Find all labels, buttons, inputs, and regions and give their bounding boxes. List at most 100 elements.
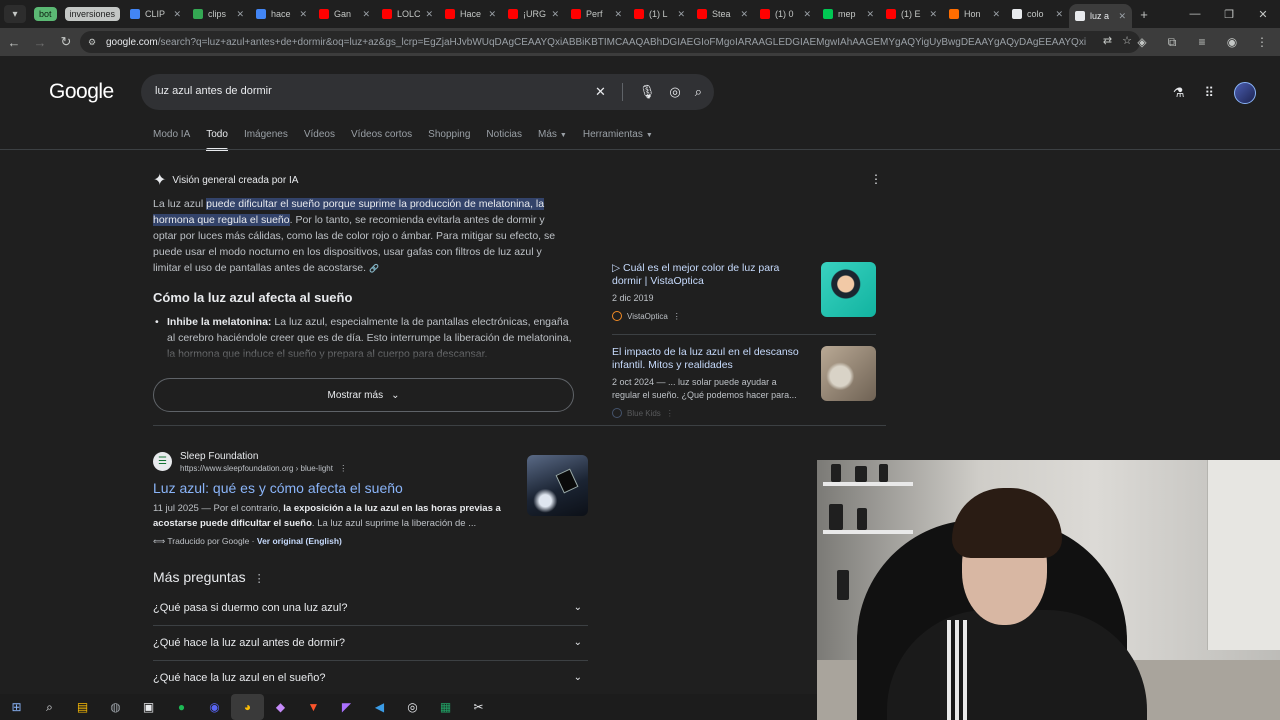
- browser-tab[interactable]: Hon ✕: [943, 0, 1006, 28]
- apps-grid-icon[interactable]: ⠿: [1204, 85, 1214, 101]
- browser-tab[interactable]: clips ✕: [187, 0, 250, 28]
- tab-close-icon[interactable]: ✕: [363, 9, 371, 20]
- tab-close-icon[interactable]: ✕: [930, 9, 938, 20]
- chrome-icon[interactable]: ◕: [231, 694, 264, 720]
- tab-close-icon[interactable]: ✕: [237, 9, 245, 20]
- tab-close-icon[interactable]: ✕: [615, 9, 623, 20]
- tab-close-icon[interactable]: ✕: [993, 9, 1001, 20]
- tab-close-icon[interactable]: ✕: [1119, 11, 1127, 22]
- close-window-icon[interactable]: ✕: [1246, 0, 1280, 28]
- reload-icon[interactable]: ↻: [54, 30, 78, 54]
- search-icon[interactable]: ⌕: [33, 694, 66, 720]
- browser-tab[interactable]: Gan ✕: [313, 0, 376, 28]
- result-title[interactable]: Luz azul: qué es y cómo afecta el sueño: [153, 480, 403, 496]
- tab-close-icon[interactable]: ✕: [678, 9, 686, 20]
- browser-tab[interactable]: mep ✕: [817, 0, 880, 28]
- tab-modo-ia[interactable]: Modo IA: [153, 129, 190, 151]
- chrome-menu-icon[interactable]: ⋮: [1252, 32, 1272, 52]
- question-item[interactable]: ¿Qué hace la luz azul en el sueño? ⌄: [153, 661, 588, 696]
- browser-tab[interactable]: LOLC ✕: [376, 0, 439, 28]
- browser-tab[interactable]: Perf ✕: [565, 0, 628, 28]
- browser-tab[interactable]: (1) E ✕: [880, 0, 943, 28]
- google-logo[interactable]: Google: [49, 80, 114, 104]
- search-icon[interactable]: ⌕: [695, 84, 702, 100]
- browser-tab[interactable]: CLIP ✕: [124, 0, 187, 28]
- browser-tab[interactable]: Stea ✕: [691, 0, 754, 28]
- site-info-icon[interactable]: ⚙: [88, 37, 100, 47]
- tab-videos-cortos[interactable]: Vídeos cortos: [351, 129, 412, 151]
- steam-icon[interactable]: ◍: [99, 694, 132, 720]
- tab-mas[interactable]: Más ▼: [538, 129, 567, 151]
- labs-flask-icon[interactable]: ⚗: [1173, 85, 1185, 101]
- result-thumbnail[interactable]: [527, 455, 588, 516]
- browser-tab[interactable]: (1) 0 ✕: [754, 0, 817, 28]
- tab-search-icon[interactable]: ▾: [4, 5, 26, 23]
- forward-icon[interactable]: →: [28, 30, 52, 54]
- search-box[interactable]: luz azul antes de dormir ✕ 🎙 ◎ ⌕: [141, 74, 714, 110]
- tab-herramientas[interactable]: Herramientas ▼: [583, 129, 653, 151]
- clear-icon[interactable]: ✕: [595, 84, 606, 100]
- browser-tab[interactable]: (1) L ✕: [628, 0, 691, 28]
- vscode-icon[interactable]: ◀: [363, 694, 396, 720]
- tab-close-icon[interactable]: ✕: [489, 9, 497, 20]
- more-options-icon[interactable]: ⋮: [339, 464, 347, 473]
- more-options-icon[interactable]: ⋮: [870, 172, 882, 186]
- show-more-button[interactable]: Mostrar más ⌄: [153, 378, 574, 412]
- source-card[interactable]: ▷ Cuál es el mejor color de luz para dor…: [612, 262, 876, 321]
- browser-tab[interactable]: ¡URG ✕: [502, 0, 565, 28]
- tab-group-bot[interactable]: bot: [34, 7, 57, 21]
- source-title[interactable]: ▷ Cuál es el mejor color de luz para dor…: [612, 262, 802, 288]
- epic-games-icon[interactable]: ▣: [132, 694, 165, 720]
- search-input[interactable]: luz azul antes de dormir: [155, 85, 272, 97]
- result-site-name[interactable]: Sleep Foundation: [180, 451, 258, 462]
- new-tab-icon[interactable]: +: [1132, 7, 1156, 22]
- lens-icon[interactable]: ◎: [669, 84, 680, 100]
- voice-search-icon[interactable]: 🎙: [639, 84, 656, 100]
- result-url[interactable]: https://www.sleepfoundation.org › blue-l…: [180, 464, 347, 473]
- translate-icon[interactable]: ⇄: [1103, 34, 1112, 47]
- visual-studio-icon[interactable]: ◤: [330, 694, 363, 720]
- spotify-icon[interactable]: ●: [165, 694, 198, 720]
- tab-imagenes[interactable]: Imágenes: [244, 129, 288, 151]
- tab-close-icon[interactable]: ✕: [741, 9, 749, 20]
- capcut-icon[interactable]: ✂: [462, 694, 495, 720]
- browser-tab[interactable]: luz a ✕: [1069, 4, 1133, 28]
- browser-tab[interactable]: hace ✕: [250, 0, 313, 28]
- account-avatar[interactable]: [1234, 82, 1256, 104]
- tab-close-icon[interactable]: ✕: [1056, 9, 1064, 20]
- tab-close-icon[interactable]: ✕: [300, 9, 308, 20]
- app-icon[interactable]: ◆: [264, 694, 297, 720]
- source-title[interactable]: El impacto de la luz azul en el descanso…: [612, 346, 802, 372]
- windows-start-icon[interactable]: ⊞: [0, 694, 33, 720]
- question-item[interactable]: ¿Qué hace la luz azul antes de dormir? ⌄: [153, 626, 588, 661]
- brave-icon[interactable]: ▼: [297, 694, 330, 720]
- maximize-icon[interactable]: ❐: [1212, 0, 1246, 28]
- extensions-puzzle-icon[interactable]: ⧉: [1162, 32, 1182, 52]
- question-item[interactable]: ¿Qué pasa si duermo con una luz azul? ⌄: [153, 591, 588, 626]
- minimize-icon[interactable]: —: [1178, 0, 1212, 28]
- address-bar[interactable]: ⚙ google.com/search?q=luz+azul+antes+de+…: [80, 31, 1140, 53]
- more-options-icon[interactable]: ⋮: [673, 312, 681, 321]
- reading-list-icon[interactable]: ≡: [1192, 32, 1212, 52]
- spreadsheet-icon[interactable]: ▦: [429, 694, 462, 720]
- extension-icon[interactable]: ◈: [1132, 32, 1152, 52]
- tab-shopping[interactable]: Shopping: [428, 129, 470, 151]
- tab-close-icon[interactable]: ✕: [867, 9, 875, 20]
- tab-todo[interactable]: Todo: [206, 129, 228, 151]
- tab-close-icon[interactable]: ✕: [174, 9, 182, 20]
- tab-group-inversiones[interactable]: inversiones: [64, 7, 121, 21]
- source-card[interactable]: El impacto de la luz azul en el descanso…: [612, 346, 876, 418]
- discord-icon[interactable]: ◉: [198, 694, 231, 720]
- view-original-link[interactable]: Ver original (English): [257, 536, 342, 546]
- link-icon[interactable]: 🔗: [369, 264, 379, 273]
- more-options-icon[interactable]: ⋮: [666, 409, 674, 418]
- tab-videos[interactable]: Vídeos: [304, 129, 335, 151]
- obs-icon[interactable]: ◎: [396, 694, 429, 720]
- profile-icon[interactable]: ◉: [1222, 32, 1242, 52]
- file-explorer-icon[interactable]: ▤: [66, 694, 99, 720]
- back-icon[interactable]: ←: [2, 30, 26, 54]
- bookmark-star-icon[interactable]: ☆: [1122, 34, 1132, 47]
- browser-tab[interactable]: colo ✕: [1006, 0, 1069, 28]
- more-options-icon[interactable]: ⋮: [254, 573, 265, 585]
- tab-noticias[interactable]: Noticias: [486, 129, 522, 151]
